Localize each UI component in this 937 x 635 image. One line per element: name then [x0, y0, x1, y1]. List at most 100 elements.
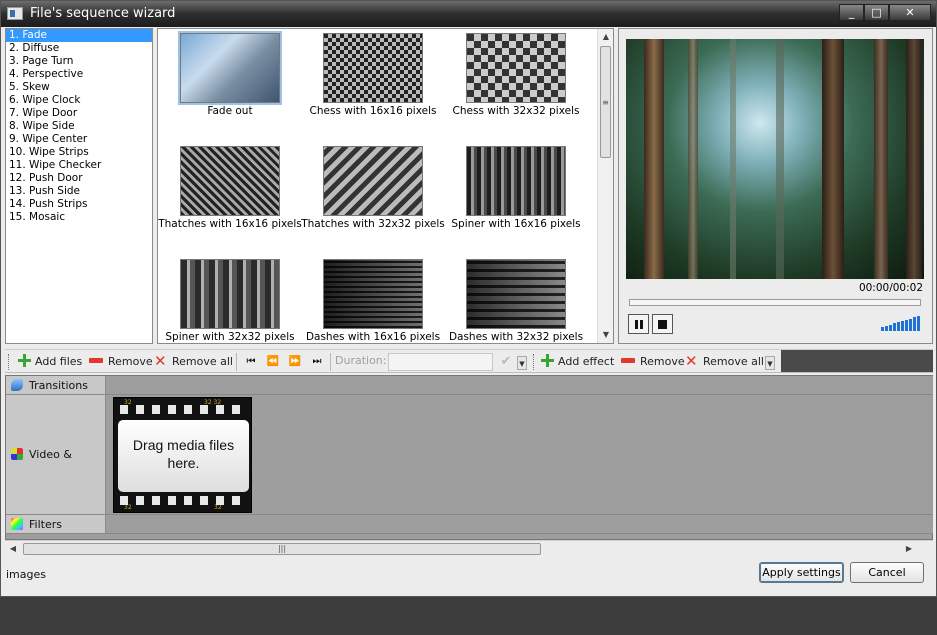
transitions-icon — [11, 379, 23, 391]
maximize-button[interactable]: □ — [864, 4, 889, 21]
close-button[interactable]: ✕ — [889, 4, 931, 21]
list-item[interactable]: 1. Fade — [6, 29, 152, 42]
thumbnail-dashes-32[interactable]: Dashes with 32x32 pixels — [444, 255, 588, 343]
filters-icon — [11, 518, 23, 530]
seek-bar[interactable] — [629, 299, 921, 306]
transition-thumbnails: Fade out Chess with 16x16 pixels Chess w… — [157, 28, 614, 344]
list-item[interactable]: 2. Diffuse — [6, 42, 152, 55]
volume-bar — [897, 322, 900, 331]
next-button[interactable]: ⏩ — [285, 354, 303, 370]
thumbnail-image — [180, 259, 280, 329]
track-label-video: Video & images — [6, 395, 105, 581]
list-item[interactable]: 14. Push Strips — [6, 198, 152, 211]
list-item[interactable]: 7. Wipe Door — [6, 107, 152, 120]
scroll-left-icon[interactable]: ◀ — [5, 541, 21, 557]
thumbnail-image — [178, 31, 282, 105]
toolbar-grip[interactable] — [8, 354, 11, 370]
scroll-right-icon[interactable]: ▶ — [901, 541, 917, 557]
list-item[interactable]: 5. Skew — [6, 81, 152, 94]
list-item[interactable]: 13. Push Side — [6, 185, 152, 198]
first-button[interactable]: ⏮ — [241, 354, 259, 370]
remove-effect-button[interactable]: Remove — [621, 354, 685, 370]
volume-bar — [909, 318, 912, 331]
list-item[interactable]: 3. Page Turn — [6, 55, 152, 68]
thumbnail-image — [323, 259, 423, 329]
thumbnail-fade-out[interactable]: Fade out — [158, 29, 302, 139]
timeline-scrollbar[interactable]: ◀ ||| ▶ — [5, 540, 933, 557]
filters-lane[interactable] — [105, 515, 933, 534]
thumbnail-caption: Dashes with 32x32 pixels — [448, 331, 584, 343]
thumbnail-spiner-16[interactable]: Spiner with 16x16 pixels — [444, 142, 588, 252]
duration-input[interactable] — [388, 353, 493, 371]
add-files-button[interactable]: Add files — [18, 354, 82, 370]
scroll-thumb[interactable]: ||| — [23, 543, 541, 555]
thumbnail-spiner-32[interactable]: Spiner with 32x32 pixels — [158, 255, 302, 343]
volume-bar — [885, 325, 888, 331]
list-item[interactable]: 11. Wipe Checker — [6, 159, 152, 172]
thumbnail-caption: Dashes with 16x16 pixels — [305, 331, 441, 343]
duration-label: Duration: — [335, 354, 387, 367]
scroll-thumb[interactable]: ≡ — [600, 46, 611, 158]
add-effect-button[interactable]: Add effect — [541, 354, 614, 370]
previous-button[interactable]: ⏪ — [263, 354, 281, 370]
title-bar[interactable]: File's sequence wizard _ □ ✕ — [1, 1, 936, 27]
volume-bar — [901, 321, 904, 331]
thumbnail-caption: Spiner with 32x32 pixels — [165, 331, 295, 343]
timeline-toolbar: Add files Remove ✕ Remove all ⏮ ⏪ ⏩ ⏭ Dur… — [5, 349, 933, 373]
remove-all-icon: ✕ — [685, 352, 698, 370]
video-preview — [626, 39, 924, 279]
list-item[interactable]: 10. Wipe Strips — [6, 146, 152, 159]
list-item[interactable]: 9. Wipe Center — [6, 133, 152, 146]
thumbnail-thatches-16[interactable]: Thatches with 16x16 pixels — [158, 142, 302, 252]
wizard-window: File's sequence wizard _ □ ✕ 1. Fade 2. … — [0, 0, 937, 597]
thumbnail-image — [323, 33, 423, 103]
list-item[interactable]: 8. Wipe Side — [6, 120, 152, 133]
volume-bar — [889, 324, 892, 331]
drop-zone-text: Drag media files — [132, 437, 235, 453]
thumbnail-image — [466, 33, 566, 103]
thumbnail-caption: Chess with 32x32 pixels — [452, 105, 580, 117]
thumbnail-caption: Spiner with 16x16 pixels — [451, 218, 581, 230]
cancel-button[interactable]: Cancel — [850, 562, 924, 583]
apply-settings-button[interactable]: Apply settings — [759, 562, 844, 583]
thumbnail-chess-16[interactable]: Chess with 16x16 pixels — [301, 29, 445, 139]
minimize-button[interactable]: _ — [839, 4, 864, 21]
last-button[interactable]: ⏭ — [307, 354, 325, 370]
transitions-lane[interactable] — [105, 376, 933, 395]
thumbnail-caption: Fade out — [207, 105, 253, 117]
track-label-filters: Filters — [6, 515, 105, 534]
volume-control[interactable] — [881, 315, 921, 331]
track-label-transitions: Transitions — [6, 376, 105, 395]
list-item[interactable]: 15. Mosaic — [6, 211, 152, 224]
list-item[interactable]: 4. Perspective — [6, 68, 152, 81]
scroll-down-icon[interactable]: ▼ — [598, 327, 613, 343]
remove-all-icon: ✕ — [154, 352, 167, 370]
thumbnail-dashes-16[interactable]: Dashes with 16x16 pixels — [301, 255, 445, 343]
effects-list[interactable]: 1. Fade 2. Diffuse 3. Page Turn 4. Persp… — [5, 28, 153, 344]
pause-button[interactable] — [628, 314, 649, 334]
thumbnail-caption: Thatches with 16x16 pixels — [158, 218, 302, 230]
remove-icon — [89, 358, 103, 363]
volume-bar — [893, 323, 896, 331]
toolbar-overflow-icon[interactable]: ▼ — [765, 356, 775, 370]
window-title: File's sequence wizard — [30, 6, 176, 21]
thumbnail-thatches-32[interactable]: Thatches with 32x32 pixels — [301, 142, 445, 252]
remove-all-button[interactable]: ✕ Remove all — [154, 354, 233, 370]
list-item[interactable]: 12. Push Door — [6, 172, 152, 185]
volume-bar — [905, 319, 908, 331]
stop-button[interactable] — [652, 314, 673, 334]
toolbar-grip[interactable] — [533, 354, 536, 370]
remove-all-effects-button[interactable]: ✕ Remove all — [685, 354, 764, 370]
media-drop-zone[interactable]: 32 32 32 Drag media files here. 32 32 — [113, 397, 252, 513]
timecode: 00:00/00:02 — [858, 282, 923, 294]
list-item[interactable]: 6. Wipe Clock — [6, 94, 152, 107]
thumbnail-chess-32[interactable]: Chess with 32x32 pixels — [444, 29, 588, 139]
apply-duration-icon[interactable]: ✔ — [499, 353, 513, 371]
add-icon — [541, 354, 554, 367]
scroll-up-icon[interactable]: ▲ — [598, 29, 613, 45]
thumbnails-scrollbar[interactable]: ▲ ≡ ▼ — [597, 29, 613, 343]
thumbnail-image — [323, 146, 423, 216]
toolbar-overflow-icon[interactable]: ▼ — [517, 356, 527, 370]
remove-button[interactable]: Remove — [89, 354, 153, 370]
timeline: Transitions Video & images 32 32 32 Drag… — [5, 375, 933, 581]
